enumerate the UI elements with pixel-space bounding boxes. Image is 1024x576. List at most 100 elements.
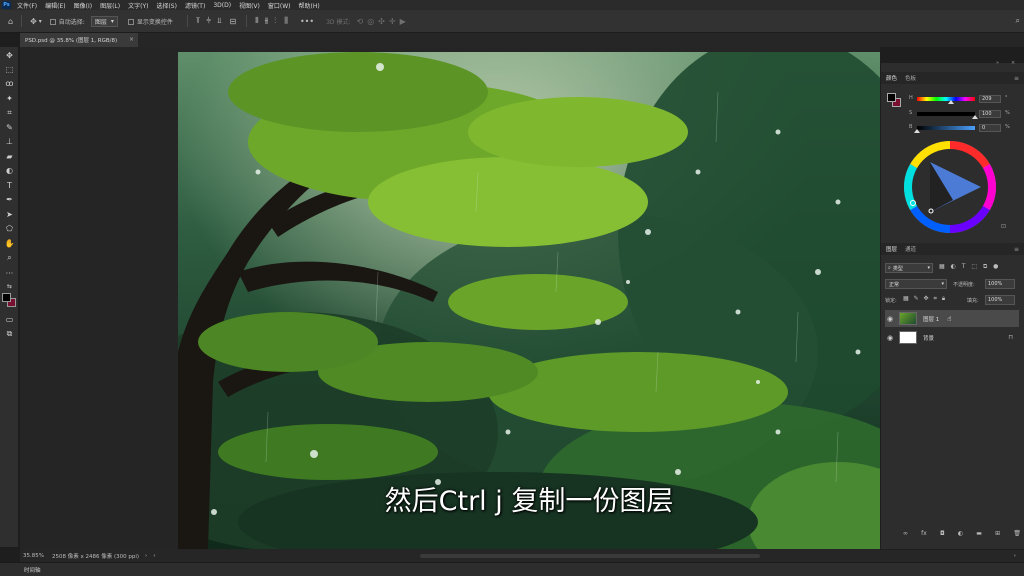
crop-tool-icon[interactable]: ⌗ (3, 106, 16, 119)
lasso-tool-icon[interactable]: ꝏ (3, 77, 16, 90)
new-group-icon[interactable]: ▬ (976, 530, 982, 537)
color-wheel[interactable] (903, 140, 997, 234)
lock-pixels-icon[interactable]: ▦ (903, 295, 909, 302)
menu-image[interactable]: 图像(I) (74, 1, 92, 10)
align-bottom-icon[interactable]: ⫫ (217, 16, 222, 26)
tab-color[interactable]: 颜色 (886, 74, 897, 82)
zoom-tool-icon[interactable]: ⌕ (3, 251, 16, 264)
path-select-tool-icon[interactable]: ➤ (3, 208, 16, 221)
shape-tool-icon[interactable]: ⬠ (3, 222, 16, 235)
pen-tool-icon[interactable]: ✒ (3, 193, 16, 206)
menu-filter[interactable]: 滤镜(T) (185, 1, 205, 10)
eye-icon[interactable]: ◉ (885, 334, 895, 342)
menu-edit[interactable]: 编辑(E) (45, 1, 65, 10)
chevron-right-icon[interactable]: › (145, 553, 147, 559)
move-tool-icon[interactable]: ✥ (3, 49, 16, 62)
close-panels-icon[interactable]: × (1011, 60, 1015, 66)
stamp-tool-icon[interactable]: ⊥ (3, 135, 16, 148)
align-vcenter-icon[interactable]: ⫩ (206, 16, 211, 26)
menu-help[interactable]: 帮助(H) (299, 1, 320, 10)
hue-slider[interactable]: H 209 ° (909, 95, 1017, 105)
hue-value[interactable]: 209 (979, 95, 1001, 103)
tab-channels[interactable]: 通道 (905, 245, 916, 253)
foreground-color-swatch[interactable] (887, 93, 896, 102)
layer-name[interactable]: 背景 (923, 334, 934, 342)
foreground-color-swatch[interactable] (2, 293, 11, 302)
panel-menu-icon[interactable]: ≡ (1014, 75, 1019, 82)
menu-3d[interactable]: 3D(D) (213, 2, 231, 9)
saturation-value[interactable]: 100 (979, 110, 1001, 118)
3d-camera-icon[interactable]: ▶ (400, 17, 406, 26)
filter-toggle-icon[interactable]: ● (993, 263, 998, 270)
align-right-icon[interactable]: ⫶ (274, 16, 276, 26)
trash-icon[interactable]: 🗑︎ (1013, 530, 1021, 537)
link-layers-icon[interactable]: ∞ (903, 530, 908, 537)
saturation-slider[interactable]: S 100 % (909, 110, 1017, 120)
timeline-tab[interactable]: 时间轴 (24, 566, 41, 574)
opacity-field[interactable]: 100% (985, 279, 1015, 289)
pixel-filter-icon[interactable]: ▦ (939, 263, 945, 270)
more-tools-icon[interactable]: ··· (3, 267, 16, 280)
move-tool-icon[interactable]: ✥ (30, 17, 37, 26)
marquee-tool-icon[interactable]: ⬚ (3, 63, 16, 76)
type-filter-icon[interactable]: T (962, 263, 966, 270)
panel-menu-icon[interactable]: ≡ (1014, 246, 1019, 253)
scroll-right-icon[interactable]: › (1014, 553, 1016, 559)
menu-view[interactable]: 视图(V) (239, 1, 260, 10)
show-transform-checkbox[interactable]: 显示变换控件 (127, 17, 173, 26)
hue-slider-thumb[interactable] (947, 100, 954, 104)
3d-slide-icon[interactable]: ✛ (389, 17, 396, 26)
document-canvas[interactable] (178, 52, 880, 549)
saturation-slider-thumb[interactable] (972, 115, 978, 119)
collapse-panels-icon[interactable]: » (996, 60, 999, 66)
distribute-icon[interactable]: ⊟ (230, 17, 237, 26)
menu-file[interactable]: 文件(F) (17, 1, 37, 10)
menu-window[interactable]: 窗口(W) (268, 1, 291, 10)
layer-row-layer-1[interactable]: ◉ 图层 1 ☝ (885, 310, 1019, 327)
document-tab[interactable]: PSD.psd @ 35.8% (图层 1, RGB/8) × (20, 33, 138, 47)
close-icon[interactable]: × (129, 36, 134, 43)
align-left-icon[interactable]: ⫴ (255, 16, 258, 26)
screen-mode-icon[interactable]: ⧉ (3, 327, 16, 340)
horizontal-scrollbar[interactable] (420, 554, 760, 558)
brightness-slider-thumb[interactable] (914, 129, 920, 133)
align-hcenter-icon[interactable]: ⫵ (265, 16, 269, 26)
brightness-value[interactable]: 0 (979, 124, 1001, 132)
smart-filter-icon[interactable]: ⧉ (983, 263, 987, 270)
lock-all-icon[interactable]: 🔒︎ (942, 295, 945, 302)
menu-select[interactable]: 选择(S) (156, 1, 177, 10)
adjustment-layer-icon[interactable]: ◐ (958, 530, 963, 537)
layer-row-background[interactable]: ◉ 背景 ⊓ (885, 329, 1019, 346)
lock-paint-icon[interactable]: ✎ (914, 295, 919, 302)
new-layer-icon[interactable]: ⊞ (995, 530, 1000, 537)
fill-field[interactable]: 100% (985, 295, 1015, 305)
home-icon[interactable]: ⌂ (8, 17, 13, 26)
lock-position-icon[interactable]: ✥ (924, 295, 929, 302)
shape-filter-icon[interactable]: ⬚ (971, 263, 977, 270)
tab-layers[interactable]: 图层 (886, 245, 897, 253)
expand-icon[interactable]: ⊡ (1001, 223, 1006, 230)
more-options-icon[interactable]: ••• (300, 17, 314, 26)
layer-filter-dropdown[interactable]: ⌕ 类型 ▾ (885, 263, 933, 273)
search-icon[interactable]: ⌕ (1016, 16, 1020, 26)
lock-artboard-icon[interactable]: ⌗ (934, 295, 937, 302)
eye-icon[interactable]: ◉ (885, 315, 895, 323)
type-tool-icon[interactable]: T (3, 179, 16, 192)
distribute-horizontal-icon[interactable]: ⫼ (284, 16, 288, 26)
scroll-left-icon[interactable]: ‹ (153, 553, 155, 559)
menu-type[interactable]: 文字(Y) (128, 1, 148, 10)
chevron-down-icon[interactable]: ▾ (39, 18, 42, 25)
adjustment-filter-icon[interactable]: ◐ (951, 263, 956, 270)
document-info[interactable]: 2508 像素 x 2486 像素 (300 ppi) (52, 552, 139, 560)
tab-swatches[interactable]: 色板 (905, 74, 916, 82)
zoom-level[interactable]: 35.85% (23, 553, 44, 559)
photoshop-logo[interactable]: Ps (2, 1, 11, 9)
blend-mode-dropdown[interactable]: 正常 ▾ (885, 279, 947, 289)
hand-tool-icon[interactable]: ✋ (3, 237, 16, 250)
3d-orbit-icon[interactable]: ⟲ (356, 17, 363, 26)
quick-mask-icon[interactable]: ▭ (3, 313, 16, 326)
layer-name[interactable]: 图层 1 (923, 315, 939, 323)
auto-select-checkbox[interactable]: 自动选择: (49, 17, 85, 26)
add-mask-icon[interactable]: ◘ (940, 530, 945, 537)
magic-wand-tool-icon[interactable]: ✦ (3, 92, 16, 105)
